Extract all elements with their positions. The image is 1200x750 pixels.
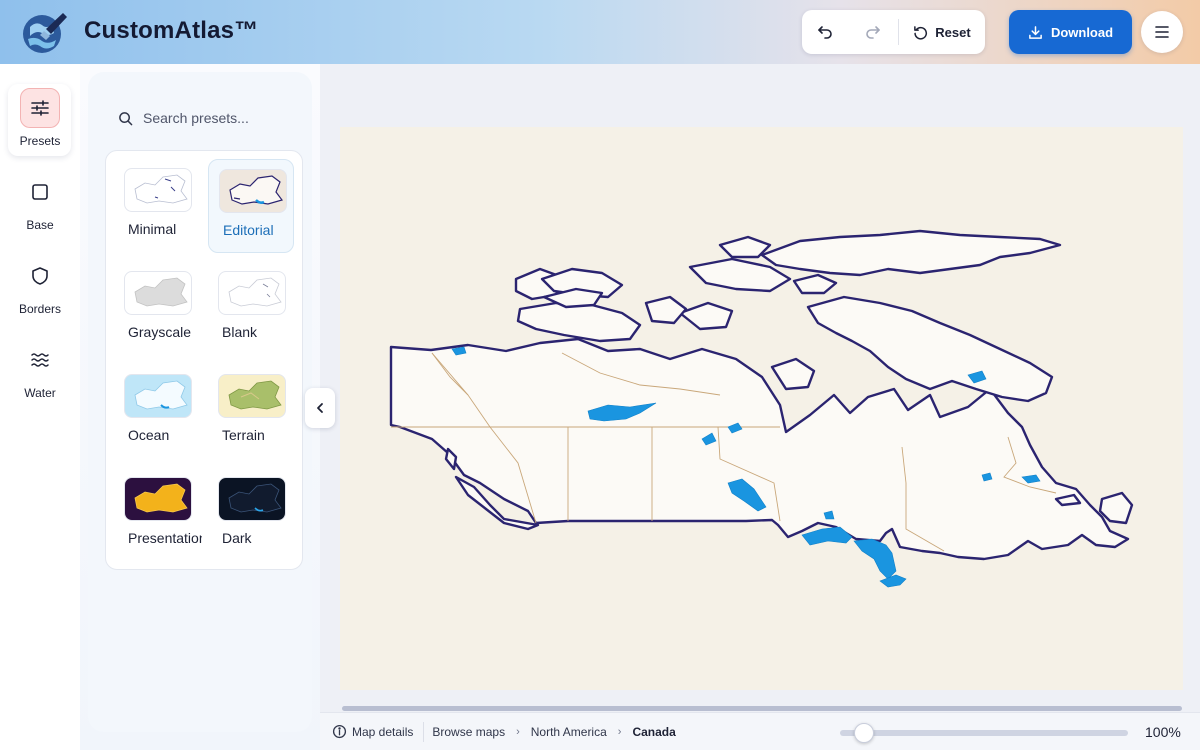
prince-of-wales-island <box>644 295 688 325</box>
preset-card-editorial[interactable]: Editorial <box>208 159 294 253</box>
download-icon <box>1029 25 1042 39</box>
map-thumbnail-icon <box>134 380 188 410</box>
preset-thumbnail <box>124 477 192 521</box>
hamburger-icon <box>1155 26 1169 38</box>
baffin-island <box>806 295 1054 403</box>
logo-icon <box>23 13 67 53</box>
map-thumbnail-icon <box>229 175 284 205</box>
info-icon <box>332 724 347 739</box>
app-header: CustomAtlas™ Reset Download <box>0 0 1200 64</box>
rail-item-presets[interactable]: Presets <box>0 88 80 160</box>
sliders-icon <box>31 100 49 116</box>
preset-label: Editorial <box>223 222 274 238</box>
preset-label: Dark <box>222 530 252 546</box>
undo-button[interactable] <box>802 10 848 54</box>
rail-icon-box <box>20 88 60 128</box>
preset-thumbnail <box>218 477 286 521</box>
rail-item-base[interactable]: Base <box>0 172 80 244</box>
bylot-island <box>792 273 838 295</box>
canvas-horizontal-scrollbar[interactable] <box>342 706 1182 711</box>
reset-button[interactable]: Reset <box>899 10 985 54</box>
rail-icon-box <box>20 340 60 380</box>
preset-thumbnail <box>124 271 192 315</box>
rail-label-presets: Presets <box>19 134 61 148</box>
preset-thumbnail <box>218 374 286 418</box>
map-thumbnail-icon <box>134 277 188 307</box>
southampton-island <box>770 357 816 391</box>
canada-map <box>389 229 1134 588</box>
map-canvas[interactable] <box>340 127 1183 690</box>
undo-icon <box>818 26 832 39</box>
preset-thumbnail <box>124 168 192 212</box>
rail-item-borders[interactable]: Borders <box>0 256 80 328</box>
preset-thumbnail <box>219 169 287 213</box>
preset-label: Terrain <box>222 427 265 443</box>
breadcrumb-north-america[interactable]: North America <box>531 725 607 739</box>
tool-rail: Presets Base Borders Water <box>0 64 80 750</box>
map-thumbnail-icon <box>134 174 188 204</box>
status-divider <box>423 721 425 742</box>
preset-thumbnail <box>124 374 192 418</box>
preset-thumbnail <box>218 271 286 315</box>
lake-erie-ontario <box>879 574 907 588</box>
shield-icon <box>32 267 48 285</box>
ellesmere-island <box>760 229 1062 277</box>
preset-card-blank[interactable]: Blank <box>208 262 294 356</box>
rail-label-base: Base <box>26 218 54 232</box>
map-details-button[interactable]: Map details <box>332 724 413 739</box>
map-thumbnail-icon <box>134 483 188 513</box>
map-thumbnail-icon <box>228 277 282 307</box>
search-icon <box>119 111 133 125</box>
somerset-island <box>678 301 734 331</box>
redo-icon <box>866 26 880 39</box>
history-toolbar: Reset <box>802 10 985 54</box>
preset-card-terrain[interactable]: Terrain <box>208 365 294 459</box>
preset-card-ocean[interactable]: Ocean <box>114 365 200 459</box>
rail-item-water[interactable]: Water <box>0 340 80 412</box>
search-input[interactable] <box>143 110 293 126</box>
redo-button[interactable] <box>848 10 898 54</box>
download-label: Download <box>1050 24 1114 40</box>
chevron-right-icon: › <box>617 725 622 738</box>
rail-label-water: Water <box>24 386 56 400</box>
download-button[interactable]: Download <box>1009 10 1132 54</box>
zoom-level: 100% <box>1145 724 1181 740</box>
victoria-island <box>516 301 642 343</box>
collapse-panel-button[interactable] <box>305 388 335 428</box>
lake-michigan-huron <box>853 538 897 580</box>
status-bar: Map details Browse maps › North America … <box>320 712 1200 750</box>
preset-card-dark[interactable]: Dark <box>208 468 294 562</box>
waves-icon <box>31 353 49 367</box>
map-details-label: Map details <box>352 724 414 739</box>
square-icon <box>32 184 48 200</box>
brand-name: CustomAtlas™ <box>84 17 259 44</box>
preset-label: Blank <box>222 324 258 340</box>
breadcrumb-canada: Canada <box>632 724 676 739</box>
reset-icon <box>914 25 928 40</box>
rail-label-borders: Borders <box>18 302 62 316</box>
preset-label: Presentation <box>128 530 202 546</box>
map-thumbnail-icon <box>228 483 282 513</box>
newfoundland <box>1098 491 1134 525</box>
reset-label: Reset <box>935 24 971 40</box>
preset-card-presentation[interactable]: Presentation <box>114 468 202 562</box>
breadcrumb-browse-maps[interactable]: Browse maps <box>432 725 505 739</box>
preset-label: Minimal <box>128 221 177 237</box>
rail-icon-box <box>20 172 60 212</box>
map-thumbnail-icon <box>228 380 282 410</box>
preset-label: Grayscale <box>128 324 192 340</box>
rail-icon-box <box>20 256 60 296</box>
zoom-slider-handle[interactable] <box>854 723 874 743</box>
axel-heiberg-island <box>718 235 772 259</box>
chevron-right-icon: › <box>516 725 520 738</box>
preset-card-grayscale[interactable]: Grayscale <box>114 262 200 356</box>
menu-button[interactable] <box>1141 11 1183 53</box>
chevron-left-icon <box>317 403 323 413</box>
zoom-slider-track[interactable] <box>840 730 1128 736</box>
preset-label: Ocean <box>128 427 170 443</box>
preset-search <box>104 100 304 136</box>
preset-grid: Minimal Editorial Grayscale Blank Ocean … <box>105 150 303 570</box>
preset-card-minimal[interactable]: Minimal <box>114 159 200 253</box>
